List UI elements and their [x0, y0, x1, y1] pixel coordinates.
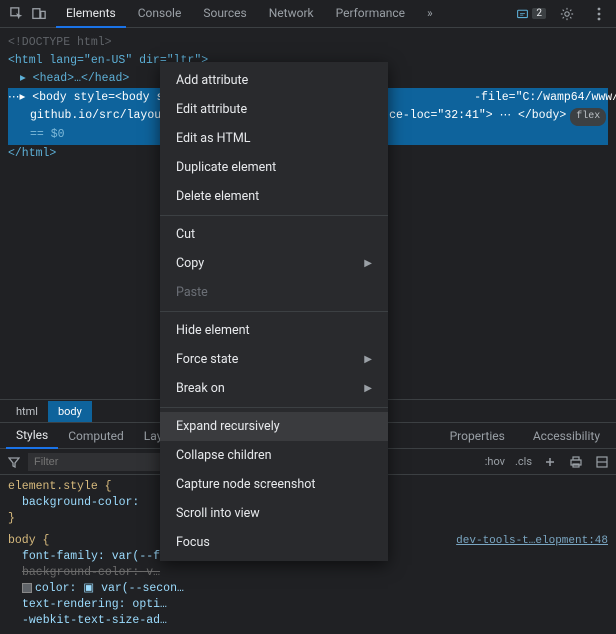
ctx-capture-node-screenshot[interactable]: Capture node screenshot	[160, 470, 388, 499]
ctx-focus[interactable]: Focus	[160, 528, 388, 557]
ctx-scroll-into-view[interactable]: Scroll into view	[160, 499, 388, 528]
ctx-force-state[interactable]: Force state▶	[160, 345, 388, 374]
issues-icon[interactable]: 2	[516, 7, 546, 20]
ctx-break-on[interactable]: Break on▶	[160, 374, 388, 403]
subtab-accessibility[interactable]: Accessibility	[523, 424, 610, 448]
new-rule-icon[interactable]	[542, 454, 558, 470]
ctx-hide-element[interactable]: Hide element	[160, 316, 388, 345]
ctx-edit-attribute[interactable]: Edit attribute	[160, 95, 388, 124]
subtab-properties[interactable]: Properties	[440, 424, 515, 448]
hov-toggle[interactable]: :hov	[485, 455, 505, 468]
context-menu: Add attributeEdit attributeEdit as HTMLD…	[160, 62, 388, 561]
crumb-html[interactable]: html	[6, 401, 48, 422]
tab-elements[interactable]: Elements	[56, 0, 126, 28]
ctx-collapse-children[interactable]: Collapse children	[160, 441, 388, 470]
color-swatch[interactable]	[22, 583, 32, 593]
tab-more[interactable]: »	[417, 0, 443, 28]
issues-count: 2	[532, 8, 546, 19]
gear-icon[interactable]	[556, 3, 578, 25]
tab-sources[interactable]: Sources	[193, 0, 256, 28]
ctx-duplicate-element[interactable]: Duplicate element	[160, 153, 388, 182]
ctx-add-attribute[interactable]: Add attribute	[160, 66, 388, 95]
ctx-cut[interactable]: Cut	[160, 220, 388, 249]
computed-toggle-icon[interactable]	[594, 454, 610, 470]
tab-console[interactable]: Console	[128, 0, 192, 28]
filter-input[interactable]	[28, 453, 182, 471]
ctx-edit-as-html[interactable]: Edit as HTML	[160, 124, 388, 153]
ctx-paste: Paste	[160, 278, 388, 307]
print-icon[interactable]	[568, 454, 584, 470]
devtools-toolbar: Elements Console Sources Network Perform…	[0, 0, 616, 28]
inspect-icon[interactable]	[6, 3, 28, 25]
ctx-separator	[160, 407, 388, 408]
ctx-separator	[160, 311, 388, 312]
subtab-computed[interactable]: Computed	[58, 424, 134, 448]
filter-icon	[6, 454, 22, 470]
ctx-expand-recursively[interactable]: Expand recursively	[160, 412, 388, 441]
chevron-right-icon: ▶	[364, 354, 372, 365]
tab-performance[interactable]: Performance	[326, 0, 415, 28]
cls-toggle[interactable]: .cls	[515, 455, 532, 468]
ctx-delete-element[interactable]: Delete element	[160, 182, 388, 211]
flex-pill[interactable]: flex	[570, 108, 606, 126]
chevron-right-icon: ▶	[364, 383, 372, 394]
ctx-copy[interactable]: Copy▶	[160, 249, 388, 278]
dom-doctype[interactable]: <!DOCTYPE html>	[8, 34, 608, 52]
crumb-body[interactable]: body	[48, 401, 92, 422]
source-link[interactable]: dev-tools-t…elopment:48	[456, 533, 608, 549]
tab-network[interactable]: Network	[259, 0, 324, 28]
ctx-separator	[160, 215, 388, 216]
panel-tabs: Elements Console Sources Network Perform…	[56, 0, 443, 28]
device-icon[interactable]	[28, 3, 50, 25]
chevron-right-icon: ▶	[364, 258, 372, 269]
subtab-styles[interactable]: Styles	[6, 423, 58, 449]
kebab-icon[interactable]	[588, 3, 610, 25]
